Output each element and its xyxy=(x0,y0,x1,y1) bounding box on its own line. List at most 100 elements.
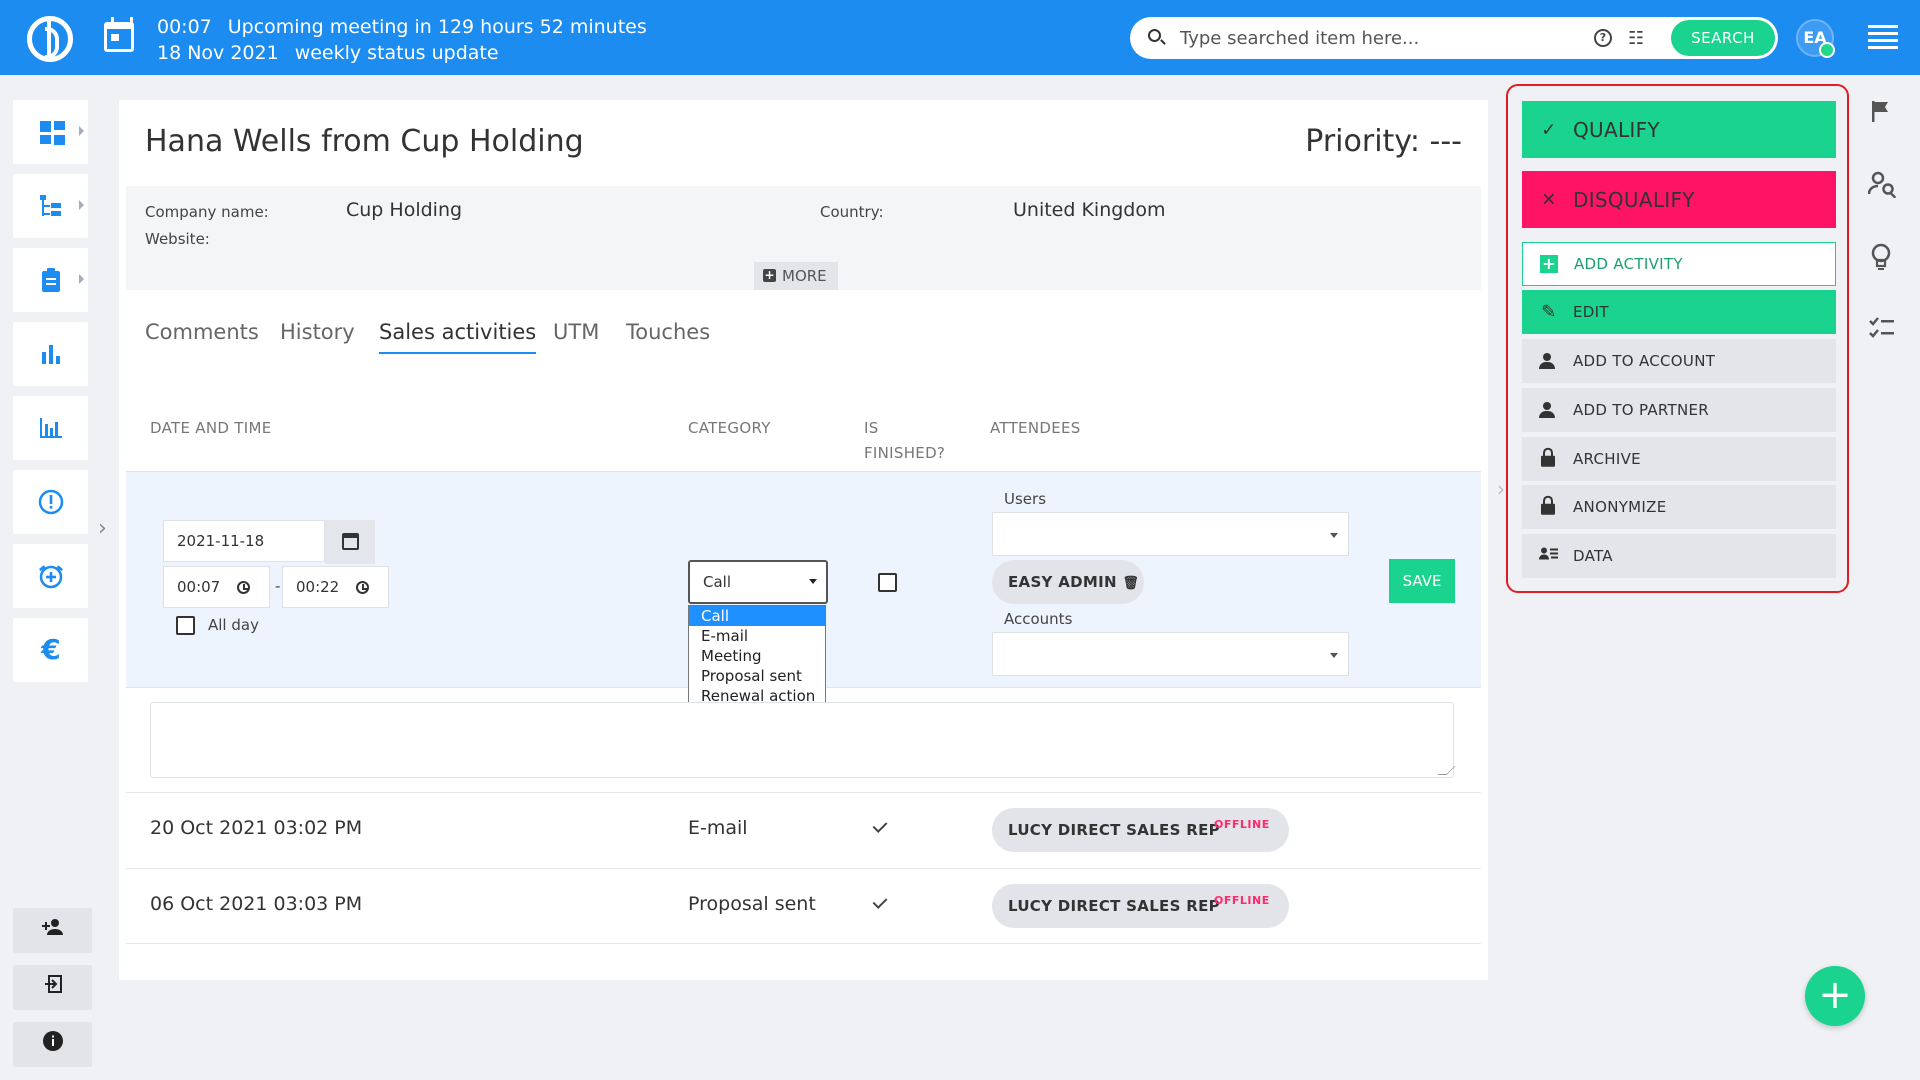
upcoming-meeting[interactable]: 00:07 Upcoming meeting in 129 hours 52 mi… xyxy=(157,14,663,66)
dashboard-icon xyxy=(40,121,65,145)
alert-icon xyxy=(37,488,65,516)
row-date: 20 Oct 2021 03:02 PM xyxy=(150,817,363,839)
accounts-select[interactable] xyxy=(992,632,1349,676)
all-day-checkbox[interactable] xyxy=(176,616,195,635)
tab-comments[interactable]: Comments xyxy=(145,320,259,354)
action-panel: ✓ QUALIFY ✕ DISQUALIFY + ADD ACTIVITY ✎ … xyxy=(1506,84,1849,593)
category-option-meeting[interactable]: Meeting xyxy=(689,646,825,666)
add-activity-button[interactable]: + ADD ACTIVITY xyxy=(1522,242,1836,286)
sidebar-item-reminders[interactable] xyxy=(13,544,88,608)
more-button[interactable]: MORE xyxy=(754,262,838,290)
data-button[interactable]: DATA xyxy=(1522,534,1836,578)
all-day-label: All day xyxy=(208,616,259,634)
add-fab-button[interactable]: + xyxy=(1805,966,1865,1026)
column-header-attendees: ATTENDEES xyxy=(990,419,1081,437)
sidebar-item-statistics[interactable] xyxy=(13,396,88,460)
checklist-icon[interactable] xyxy=(1868,316,1898,346)
meeting-date: 18 Nov 2021 xyxy=(157,42,279,64)
activity-description-textarea[interactable] xyxy=(150,702,1454,778)
attendee-chip[interactable]: LUCY DIRECT SALES REP OFFLINE xyxy=(992,884,1289,928)
search-button[interactable]: SEARCH xyxy=(1671,20,1775,56)
meeting-time: 00:07 xyxy=(157,16,212,38)
add-activity-label: ADD ACTIVITY xyxy=(1574,255,1683,273)
archive-button[interactable]: ARCHIVE xyxy=(1522,437,1836,481)
table-row[interactable]: 20 Oct 2021 03:02 PM E-mail LUCY DIRECT … xyxy=(126,792,1481,868)
meeting-countdown: Upcoming meeting in 129 hours 52 minutes xyxy=(227,16,647,38)
date-input[interactable]: 2021-11-18 xyxy=(163,520,325,562)
table-row[interactable]: 06 Oct 2021 03:03 PM Proposal sent LUCY … xyxy=(126,868,1481,944)
panel-collapse-icon[interactable]: › xyxy=(1497,477,1505,501)
app-logo[interactable] xyxy=(27,16,73,62)
attendee-status: OFFLINE xyxy=(1214,894,1270,907)
lightbulb-icon[interactable] xyxy=(1868,242,1898,272)
sidebar-item-reports[interactable] xyxy=(13,322,88,386)
attendee-chip[interactable]: LUCY DIRECT SALES REP OFFLINE xyxy=(992,808,1289,852)
save-button[interactable]: SAVE xyxy=(1389,559,1455,603)
add-to-account-button[interactable]: ADD TO ACCOUNT xyxy=(1522,339,1836,383)
disqualify-button[interactable]: ✕ DISQUALIFY xyxy=(1522,171,1836,228)
is-finished-checkbox[interactable] xyxy=(878,573,897,592)
sidebar-item-tasks[interactable] xyxy=(13,248,88,312)
delete-icon[interactable]: 🗑 xyxy=(1122,576,1139,591)
archive-label: ARCHIVE xyxy=(1573,450,1641,468)
time-from-input[interactable]: 00:07 xyxy=(163,566,270,608)
sidebar-info[interactable] xyxy=(13,1022,92,1067)
tab-touches[interactable]: Touches xyxy=(626,320,710,354)
tab-utm[interactable]: UTM xyxy=(553,320,599,354)
add-user-icon xyxy=(41,918,65,942)
search-input[interactable] xyxy=(1180,25,1560,51)
help-icon[interactable]: ? xyxy=(1594,29,1612,47)
company-label: Company name: xyxy=(145,203,269,221)
user-chip-label: EASY ADMIN xyxy=(1008,573,1117,591)
date-picker-button[interactable] xyxy=(325,520,375,564)
qualify-label: QUALIFY xyxy=(1573,117,1660,142)
add-to-partner-button[interactable]: ADD TO PARTNER xyxy=(1522,388,1836,432)
category-option-call[interactable]: Call xyxy=(689,606,825,626)
clipboard-icon xyxy=(37,266,65,294)
sidebar-collapse-icon[interactable]: › xyxy=(98,516,107,541)
row-date: 06 Oct 2021 03:03 PM xyxy=(150,893,363,915)
time-to-value: 00:22 xyxy=(296,578,340,596)
calendar-icon xyxy=(342,533,359,550)
column-header-finished: IS FINISHED? xyxy=(864,416,945,466)
calendar-icon[interactable] xyxy=(104,17,134,52)
flag-icon[interactable] xyxy=(1868,98,1898,128)
edit-label: EDIT xyxy=(1573,303,1609,321)
logout-icon xyxy=(43,975,63,999)
pencil-icon: ✎ xyxy=(1541,301,1557,323)
category-option-email[interactable]: E-mail xyxy=(689,626,825,646)
users-select[interactable] xyxy=(992,512,1349,556)
person-search-icon[interactable] xyxy=(1867,170,1898,200)
category-select[interactable]: Call xyxy=(688,560,828,604)
users-label: Users xyxy=(1004,490,1047,508)
menu-icon[interactable] xyxy=(1868,25,1898,49)
category-option-proposal-sent[interactable]: Proposal sent xyxy=(689,666,825,686)
sidebar-item-dashboard[interactable] xyxy=(13,100,88,164)
meeting-name: weekly status update xyxy=(294,42,499,64)
lead-card: Hana Wells from Cup Holding Priority: --… xyxy=(119,100,1488,980)
time-separator: - xyxy=(275,577,281,595)
sidebar-item-issues[interactable] xyxy=(13,470,88,534)
close-icon: ✕ xyxy=(1541,189,1557,210)
anonymize-button[interactable]: ANONYMIZE xyxy=(1522,485,1836,529)
user-chip[interactable]: EASY ADMIN 🗑 xyxy=(992,560,1144,604)
sidebar-logout[interactable] xyxy=(13,965,92,1010)
column-header-finished-line1: IS xyxy=(864,419,879,437)
tab-history[interactable]: History xyxy=(280,320,355,354)
sidebar-item-tree[interactable] xyxy=(13,174,88,238)
qualify-button[interactable]: ✓ QUALIFY xyxy=(1522,101,1836,158)
column-header-finished-line2: FINISHED? xyxy=(864,444,946,462)
top-bar: 00:07 Upcoming meeting in 129 hours 52 mi… xyxy=(0,0,1920,75)
user-avatar[interactable]: EA xyxy=(1796,19,1835,58)
time-from-value: 00:07 xyxy=(177,578,221,596)
clock-icon xyxy=(356,581,369,594)
bar-chart-icon xyxy=(37,340,65,368)
filter-settings-icon[interactable]: ☷ xyxy=(1628,28,1644,49)
sidebar-item-finance[interactable]: € xyxy=(13,618,88,682)
person-list-icon xyxy=(1539,546,1559,567)
sidebar-add-user[interactable] xyxy=(13,908,92,953)
time-to-input[interactable]: 00:22 xyxy=(282,566,389,608)
global-search: ? ☷ SEARCH xyxy=(1130,17,1778,59)
tab-sales-activities[interactable]: Sales activities xyxy=(379,320,537,354)
edit-button[interactable]: ✎ EDIT xyxy=(1522,290,1836,334)
